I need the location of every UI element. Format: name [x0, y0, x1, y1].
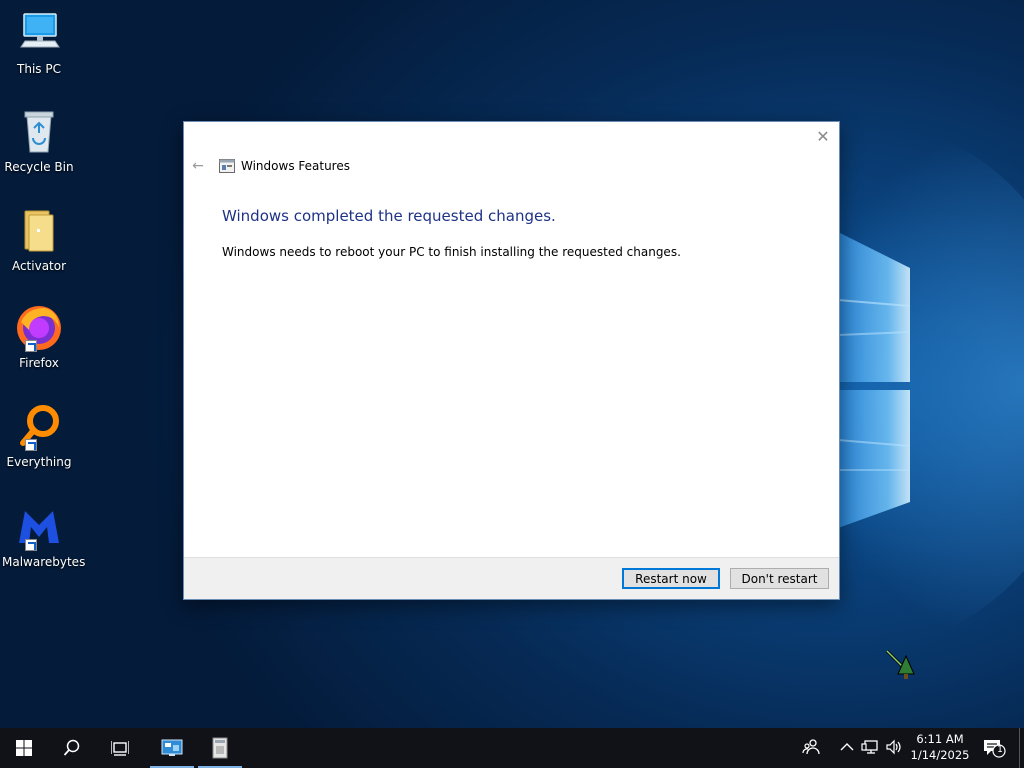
- show-desktop-button[interactable]: [1019, 728, 1024, 768]
- start-button[interactable]: [0, 728, 48, 768]
- search-icon: [63, 739, 80, 756]
- search-button[interactable]: [48, 728, 96, 768]
- folder-icon: [15, 207, 63, 255]
- desktop-icon-recycle-bin[interactable]: Recycle Bin: [2, 108, 76, 174]
- people-icon[interactable]: [802, 738, 820, 758]
- shortcut-arrow-icon: [25, 539, 37, 551]
- close-button[interactable]: ✕: [813, 126, 833, 146]
- recycle-bin-icon: [15, 108, 63, 156]
- shortcut-arrow-icon: [25, 340, 37, 352]
- desktop-icon-label: Activator: [11, 259, 67, 273]
- volume-glyph-icon: [886, 739, 901, 755]
- dialog-title: Windows Features: [241, 159, 350, 173]
- back-arrow-icon[interactable]: ←: [190, 158, 206, 174]
- shortcut-arrow-icon: [25, 439, 37, 451]
- volume-icon[interactable]: [885, 738, 903, 758]
- desktop-icon-firefox[interactable]: Firefox: [2, 304, 76, 370]
- desktop-icon-label: Everything: [6, 455, 72, 469]
- taskbar-app-windows-features[interactable]: [196, 728, 244, 768]
- clock-time: 6:11 AM: [916, 732, 964, 746]
- restart-now-button[interactable]: Restart now: [622, 568, 720, 589]
- windows-features-dialog: ✕ ← Windows Features Windows completed t…: [183, 121, 840, 600]
- dialog-heading: Windows completed the requested changes.: [222, 207, 556, 225]
- malwarebytes-icon: [15, 503, 63, 551]
- taskbar: 6:11 AM 1/14/2025 1: [0, 728, 1024, 768]
- desktop-icon-label: Malwarebytes: [2, 555, 86, 569]
- dont-restart-button[interactable]: Don't restart: [730, 568, 829, 589]
- desktop-icon-activator[interactable]: Activator: [2, 207, 76, 273]
- dialog-footer: Restart now Don't restart: [184, 557, 839, 599]
- windows-logo-icon: [16, 740, 32, 756]
- everything-magnifier-icon: [15, 403, 63, 451]
- network-glyph-icon: [861, 740, 878, 754]
- desktop-icon-label: Firefox: [19, 356, 59, 370]
- desktop-icon-everything[interactable]: Everything: [2, 403, 76, 469]
- task-view-button[interactable]: [96, 728, 144, 768]
- windows-features-icon: [212, 737, 228, 759]
- task-view-icon: [111, 741, 129, 756]
- people-glyph-icon: [802, 739, 820, 755]
- desktop-icon-malwarebytes[interactable]: Malwarebytes: [2, 503, 86, 569]
- network-icon[interactable]: [861, 738, 879, 758]
- notification-count-badge: 1: [997, 745, 1003, 755]
- desktop-icon-label: This PC: [17, 62, 61, 76]
- computer-icon: [15, 10, 63, 58]
- taskbar-app-control-panel[interactable]: [148, 728, 196, 768]
- desktop-icon-label: Recycle Bin: [4, 160, 74, 174]
- control-panel-icon: [161, 739, 183, 756]
- desktop-icon-this-pc[interactable]: This PC: [2, 10, 76, 76]
- clock-date: 1/14/2025: [910, 748, 970, 762]
- action-center-button[interactable]: 1: [982, 738, 1006, 758]
- windows-features-icon: [219, 159, 235, 173]
- busy-cursor-icon: [885, 649, 915, 679]
- firefox-icon: [15, 304, 63, 352]
- clock[interactable]: 6:11 AM 1/14/2025: [910, 731, 970, 763]
- chevron-up-icon[interactable]: [838, 738, 856, 758]
- chevron-up-glyph-icon: [840, 743, 854, 751]
- dialog-message: Windows needs to reboot your PC to finis…: [222, 245, 681, 259]
